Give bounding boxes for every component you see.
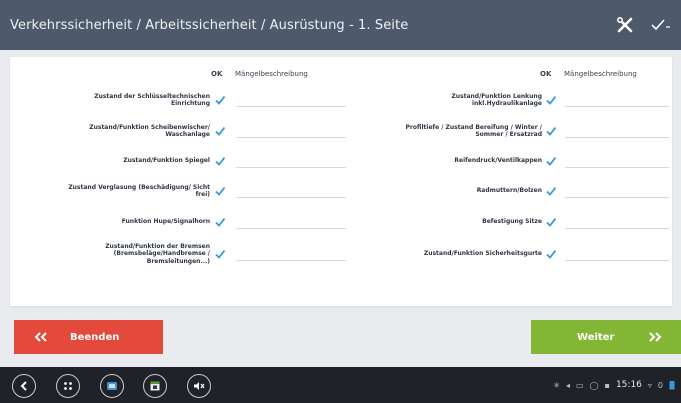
defect-description-input[interactable]: [236, 124, 346, 138]
check-icon[interactable]: [215, 156, 225, 166]
volume-button[interactable]: [187, 374, 211, 398]
checklist-row: Zustand/Funktion Spiegel: [10, 148, 346, 174]
checklist-panel: OK Mängelbeschreibung Zustand der Schlüs…: [10, 57, 672, 306]
check-icon[interactable]: [546, 126, 556, 136]
volume-mute-icon: [194, 382, 205, 390]
check-icon[interactable]: [546, 156, 556, 166]
checklist-label: Radmuttern/Bolzen: [476, 187, 542, 195]
check-icon[interactable]: [215, 95, 225, 105]
checklist-label: Profiltiefe / Zustand Bereifung / Winter…: [405, 123, 542, 139]
defect-description-input[interactable]: [565, 124, 669, 138]
next-button[interactable]: Weiter: [531, 320, 681, 354]
checklist-label: Zustand/Funktion der Bremsen (Bremsbeläg…: [105, 242, 210, 265]
next-button-label: Weiter: [577, 331, 615, 343]
check-icon[interactable]: [546, 95, 556, 105]
defect-description-input[interactable]: [565, 184, 669, 198]
description-column-header: Mängelbeschreibung: [564, 70, 637, 78]
checklist-row: Zustand/Funktion der Bremsen (Bremsbeläg…: [10, 237, 346, 271]
double-chevron-left-icon: [34, 332, 47, 342]
checklist-row: Zustand/Funktion Lenkung inkl.Hydraulika…: [340, 87, 672, 113]
wifi-icon: ▿: [647, 380, 652, 390]
files-app-button[interactable]: [100, 374, 124, 398]
checklist-label: Zustand der Schlüsseltechnischen Einrich…: [94, 92, 210, 108]
tools-icon: [616, 16, 633, 33]
checklist-label: Befestigung Sitze: [482, 218, 542, 226]
battery-icon: [669, 381, 675, 390]
calendar-app-button[interactable]: [143, 374, 167, 398]
defect-description-input[interactable]: [565, 247, 669, 261]
checklist-label: Reifendruck/Ventilkappen: [454, 157, 542, 165]
checklist-row: Reifendruck/Ventilkappen: [340, 148, 672, 174]
checklist-label: Zustand/Funktion Spiegel: [123, 157, 210, 165]
signal-icon: ▭: [576, 380, 584, 390]
ok-column-header: OK: [540, 70, 552, 78]
check-icon[interactable]: [215, 249, 225, 259]
usb-icon: ✳: [553, 380, 560, 390]
checklist-row: Zustand Verglasung (Beschädigung/ Sicht …: [10, 178, 346, 204]
checklist-label: Zustand/Funktion Sicherheitsgurte: [423, 250, 542, 258]
defect-description-input[interactable]: [236, 215, 346, 229]
back-icon: [20, 381, 27, 391]
defect-description-input[interactable]: [565, 93, 669, 107]
title-bar: Verkehrssicherheit / Arbeitssicherheit /…: [0, 0, 681, 50]
page-title: Verkehrssicherheit / Arbeitssicherheit /…: [10, 17, 409, 33]
image-icon: ▪: [604, 380, 610, 390]
checklist-row: Zustand/Funktion Scheibenwischer/ Wascha…: [10, 118, 346, 144]
apps-grid-icon: [64, 382, 72, 390]
checklist-label: Zustand/Funktion Lenkung inkl.Hydraulika…: [451, 92, 542, 108]
check-icon[interactable]: [546, 249, 556, 259]
check-icon[interactable]: [215, 217, 225, 227]
home-button[interactable]: [56, 374, 80, 398]
defect-description-input[interactable]: [565, 154, 669, 168]
clock: 15:16: [615, 380, 642, 390]
end-button-label: Beenden: [70, 331, 120, 343]
status-area: ✳ ◂ ▭ ◯ ▪ 15:16 ▿ 0: [553, 367, 675, 403]
check-icon: [651, 19, 670, 31]
back-button[interactable]: [12, 374, 36, 398]
checklist-label: Funktion Hupe/Signalhorn: [121, 218, 210, 226]
defect-description-input[interactable]: [565, 215, 669, 229]
defect-description-input[interactable]: [236, 93, 346, 107]
ok-column-header: OK: [211, 70, 223, 78]
check-icon[interactable]: [215, 126, 225, 136]
checklist-row: Profiltiefe / Zustand Bereifung / Winter…: [340, 118, 672, 144]
double-chevron-right-icon: [649, 332, 662, 342]
description-column-header: Mängelbeschreibung: [235, 70, 308, 78]
checklist-row: Zustand der Schlüsseltechnischen Einrich…: [10, 87, 346, 113]
end-button[interactable]: Beenden: [14, 320, 163, 354]
sound-icon: ◂: [566, 380, 571, 390]
check-icon[interactable]: [215, 186, 225, 196]
checklist-row: Befestigung Sitze: [340, 209, 672, 235]
system-navigation-bar: ✳ ◂ ▭ ◯ ▪ 15:16 ▿ 0: [0, 367, 681, 403]
tools-button[interactable]: [609, 9, 641, 41]
checklist-row: Radmuttern/Bolzen: [340, 178, 672, 204]
checklist-label: Zustand Verglasung (Beschädigung/ Sicht …: [68, 183, 210, 199]
gps-icon: ◯: [589, 380, 599, 390]
title-actions: [609, 0, 681, 50]
folder-app-icon: [107, 382, 117, 390]
checklist-row: Funktion Hupe/Signalhorn: [10, 209, 346, 235]
check-icon[interactable]: [546, 217, 556, 227]
calendar-app-icon: [150, 381, 160, 391]
confirm-button[interactable]: [641, 9, 681, 41]
checklist-label: Zustand/Funktion Scheibenwischer/ Wascha…: [89, 123, 210, 139]
check-icon[interactable]: [546, 186, 556, 196]
defect-description-input[interactable]: [236, 184, 346, 198]
checklist-row: Zustand/Funktion Sicherheitsgurte: [340, 237, 672, 271]
battery-level: 0: [657, 380, 663, 390]
defect-description-input[interactable]: [236, 247, 346, 261]
defect-description-input[interactable]: [236, 154, 346, 168]
